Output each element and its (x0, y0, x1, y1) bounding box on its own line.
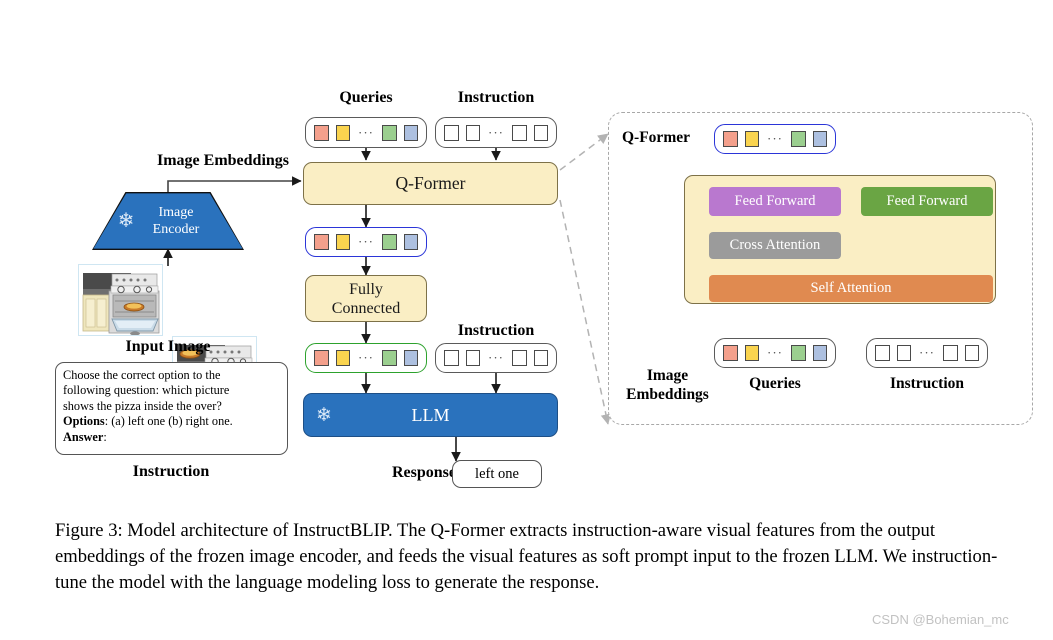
instruction-token-4 (533, 124, 548, 141)
instruction-token-3 (512, 124, 527, 141)
query-token-2 (744, 131, 759, 147)
ellipsis-dots: ··· (767, 345, 783, 360)
detail-image-embeddings-label: Image Embeddings (610, 366, 725, 404)
ellipsis-dots: ··· (358, 124, 374, 140)
image-encoder-line1: Image (158, 205, 194, 220)
instruction-token-strip-mid[interactable]: ··· (435, 343, 557, 373)
query-token-1 (314, 350, 329, 366)
instruction-token-strip-top[interactable]: ··· (435, 117, 557, 148)
fully-connected-line1: Fully (349, 280, 383, 298)
figure-caption: Figure 3: Model architecture of Instruct… (55, 520, 998, 593)
cross-attention-block[interactable]: Cross Attention (709, 232, 841, 259)
query-token-2 (335, 124, 350, 141)
instruction-token-4 (533, 350, 548, 366)
image-encoder-line2: Encoder (152, 222, 200, 237)
query-token-1 (723, 131, 738, 147)
instruction-line-2: following question: which picture (63, 383, 230, 398)
instruction-caption: Instruction (132, 463, 210, 480)
query-token-1 (314, 124, 329, 141)
response-value: left one (475, 465, 519, 482)
response-label: Response (391, 464, 456, 481)
query-token-1 (723, 345, 738, 361)
answer-bold-label: Answer (63, 429, 104, 444)
query-token-3 (382, 234, 397, 250)
query-token-2 (335, 234, 350, 250)
instruction-line-3: shows the pizza inside the over? (63, 398, 222, 413)
detail-queries-label: Queries (749, 375, 801, 392)
instruction-token-2 (896, 345, 911, 361)
query-token-4 (812, 131, 827, 147)
instruction-text-box[interactable]: Choose the correct option to the followi… (55, 362, 288, 455)
figure-canvas: Queries Instruction ··· ··· Image Embedd… (0, 0, 1053, 640)
instruction-token-4 (964, 345, 979, 361)
qformer-detail-title: Q-Former (622, 129, 690, 146)
query-token-4 (403, 350, 418, 366)
fully-connected-line2: Connected (331, 299, 401, 317)
instruction-token-1 (444, 124, 459, 141)
queries-label: Queries (339, 89, 393, 106)
ellipsis-dots: ··· (919, 345, 935, 360)
ellipsis-dots: ··· (767, 131, 783, 146)
llm-label: LLM (411, 404, 450, 425)
feed-forward-left-block[interactable]: Feed Forward (709, 187, 841, 216)
qformer-output-token-strip[interactable]: ··· (305, 227, 427, 257)
qformer-block[interactable]: Q-Former (303, 162, 558, 205)
options-value: : (a) left one (b) right one. (104, 414, 233, 429)
detail-image-embeddings-line2: Embeddings (626, 386, 709, 403)
instruction-label-top: Instruction (457, 89, 535, 106)
instruction-options-line: Options: (a) left one (b) right one. (63, 414, 280, 429)
options-bold-label: Options (63, 414, 105, 429)
query-token-3 (791, 345, 806, 361)
instruction-token-2 (465, 124, 480, 141)
instruction-token-1 (875, 345, 890, 361)
snowflake-icon: ❄ (316, 404, 332, 426)
ellipsis-dots: ··· (358, 234, 374, 249)
input-image-left[interactable] (78, 264, 163, 336)
self-attention-block[interactable]: Self Attention (709, 275, 993, 302)
instruction-label-mid: Instruction (457, 322, 535, 339)
watermark: CSDN @Bohemian_mc (872, 612, 1009, 627)
instruction-token-2 (465, 350, 480, 366)
input-image-label: Input Image (125, 338, 211, 355)
feed-forward-right-block[interactable]: Feed Forward (861, 187, 993, 216)
query-token-3 (382, 350, 397, 366)
detail-instruction-token-strip[interactable]: ··· (866, 338, 988, 368)
instruction-token-3 (512, 350, 527, 366)
instruction-token-1 (444, 350, 459, 366)
query-token-4 (403, 124, 418, 141)
fully-connected-block[interactable]: Fully Connected (305, 275, 427, 322)
image-embeddings-label: Image Embeddings (156, 152, 290, 169)
query-token-2 (744, 345, 759, 361)
detail-image-embeddings-line1: Image (646, 367, 689, 384)
query-token-4 (403, 234, 418, 250)
query-token-2 (335, 350, 350, 366)
query-token-3 (791, 131, 806, 147)
soft-prompt-token-strip[interactable]: ··· (305, 343, 427, 373)
query-token-1 (314, 234, 329, 250)
response-value-pill[interactable]: left one (452, 460, 542, 488)
qformer-detail-output-token-strip[interactable]: ··· (714, 124, 836, 154)
detail-instruction-label: Instruction (889, 375, 965, 392)
ellipsis-dots: ··· (488, 350, 504, 365)
instruction-line-1: Choose the correct option to the (63, 368, 221, 382)
image-encoder-block[interactable]: ❄ Image Encoder (92, 192, 244, 250)
ellipsis-dots: ··· (488, 124, 504, 140)
llm-block[interactable]: LLM (303, 393, 558, 437)
queries-token-strip[interactable]: ··· (305, 117, 427, 148)
query-token-4 (812, 345, 827, 361)
ellipsis-dots: ··· (358, 350, 374, 365)
instruction-answer-line: Answer: (63, 430, 280, 445)
instruction-token-3 (943, 345, 958, 361)
query-token-3 (382, 124, 397, 141)
answer-value: : (103, 429, 107, 444)
detail-queries-token-strip[interactable]: ··· (714, 338, 836, 368)
